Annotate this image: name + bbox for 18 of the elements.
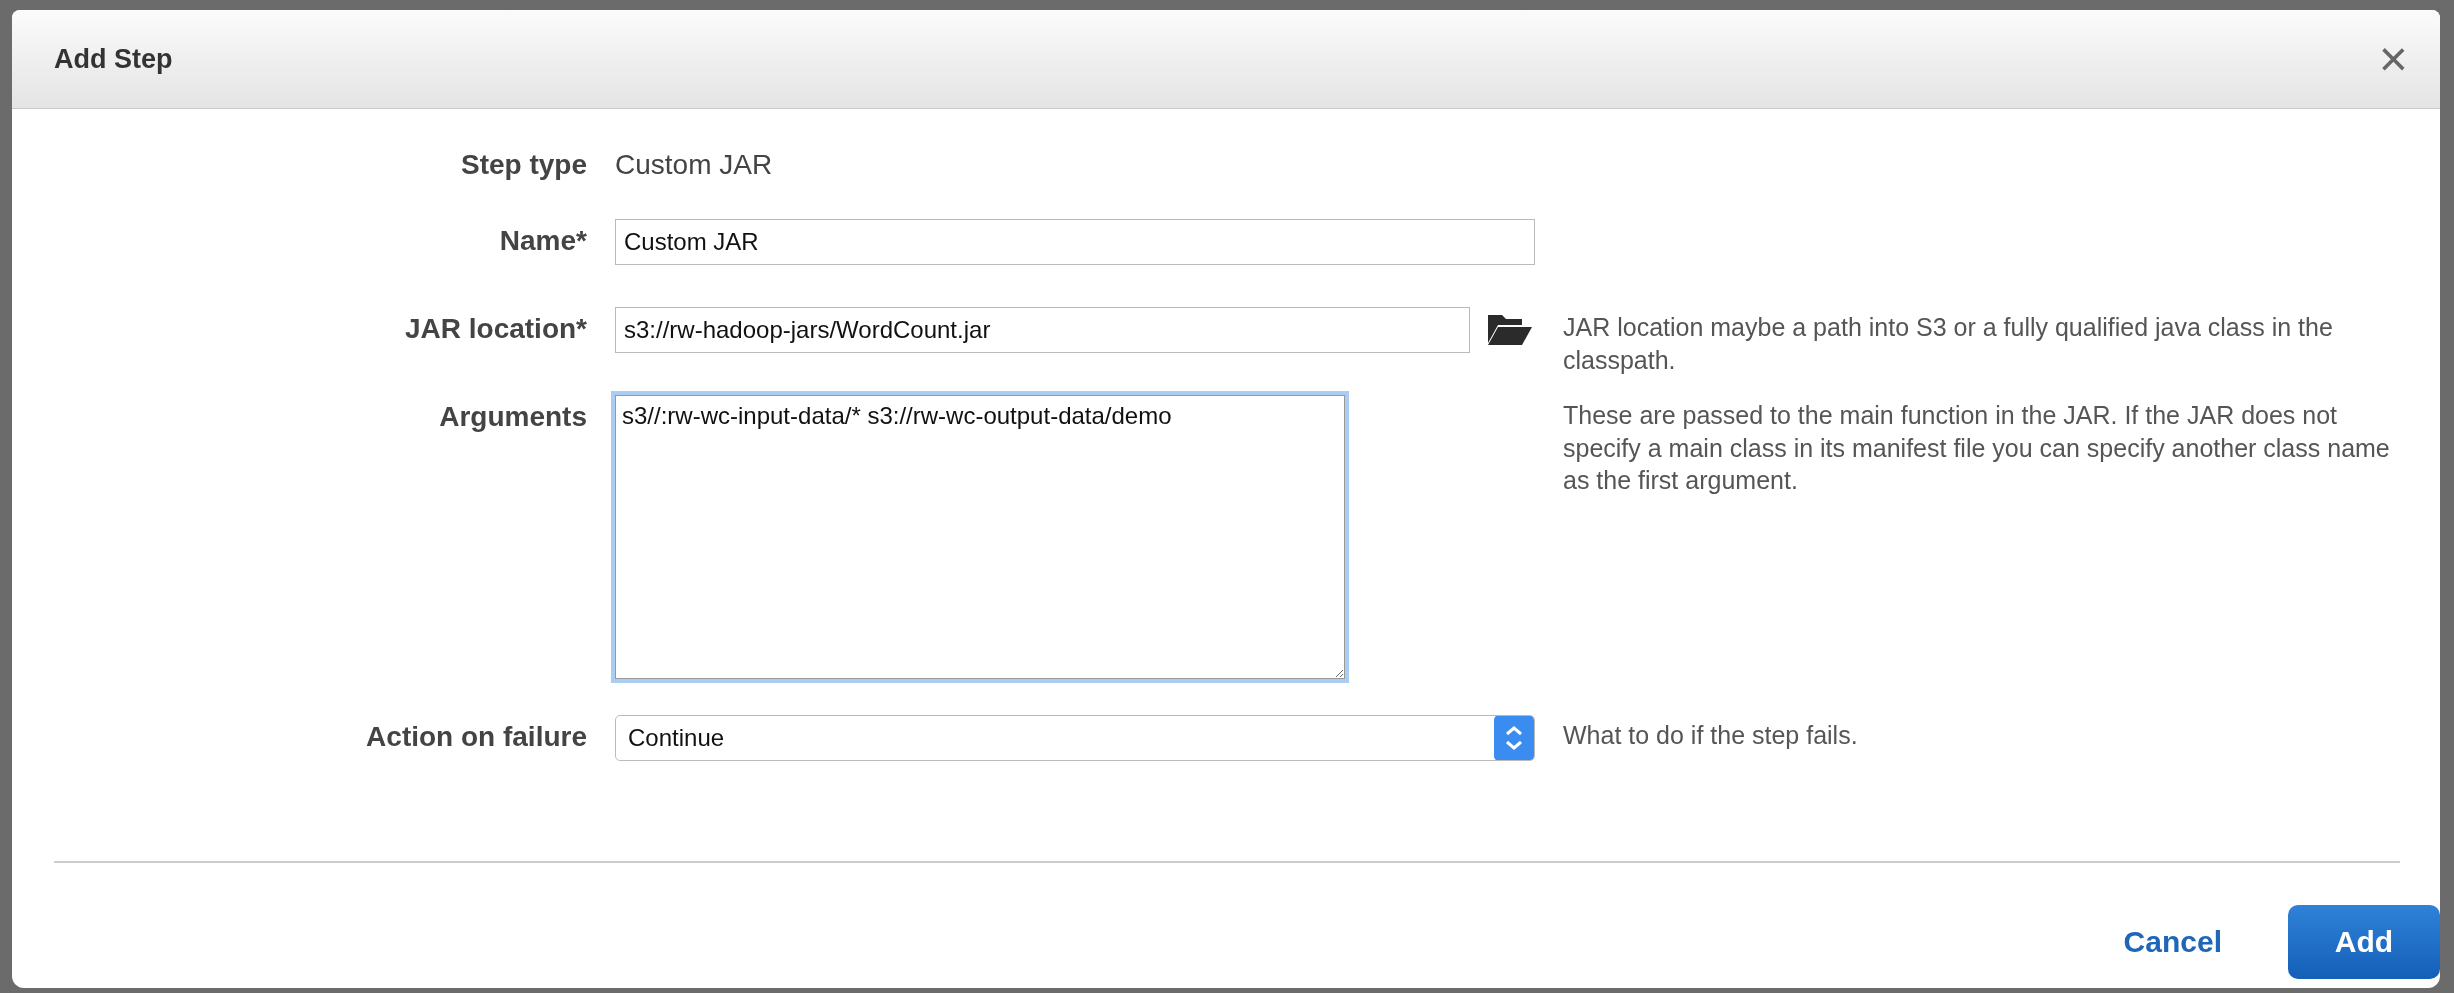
help-text: These are passed to the main function in the JAR. If the JAR does not specify a main class in its manifest file you can specify another class name as the first argument.	[1563, 400, 2391, 496]
step-type-value: Custom JAR	[615, 149, 773, 181]
dropdown-stepper-icon[interactable]	[1494, 716, 1534, 760]
name-input[interactable]: Custom JAR	[615, 219, 1535, 265]
action-select[interactable]: Continue	[615, 715, 1535, 761]
field-label: JAR location*	[403, 312, 587, 345]
field-label: Name*	[498, 224, 587, 257]
field-label: Action on failure	[365, 720, 587, 753]
field-label: Step type	[459, 149, 587, 181]
arguments-textarea[interactable]: s3//:rw-wc-input-data/* s3://rw-wc-output-data/demo	[615, 395, 1345, 679]
close-button[interactable]: ×	[2372, 34, 2414, 84]
add-button[interactable]: Add	[2288, 905, 2440, 979]
field-label: Arguments	[438, 400, 587, 433]
help-text: What to do if the step fails.	[1563, 720, 1859, 751]
jar-location-input[interactable]: s3://rw-hadoop-jars/WordCount.jar	[615, 307, 1470, 353]
help-text: JAR location maybe a path into S3 or a fully qualified java class in the classpath.	[1563, 312, 2334, 376]
dialog-title: Add Step	[54, 43, 173, 75]
cancel-link[interactable]: Cancel	[2117, 924, 2228, 960]
